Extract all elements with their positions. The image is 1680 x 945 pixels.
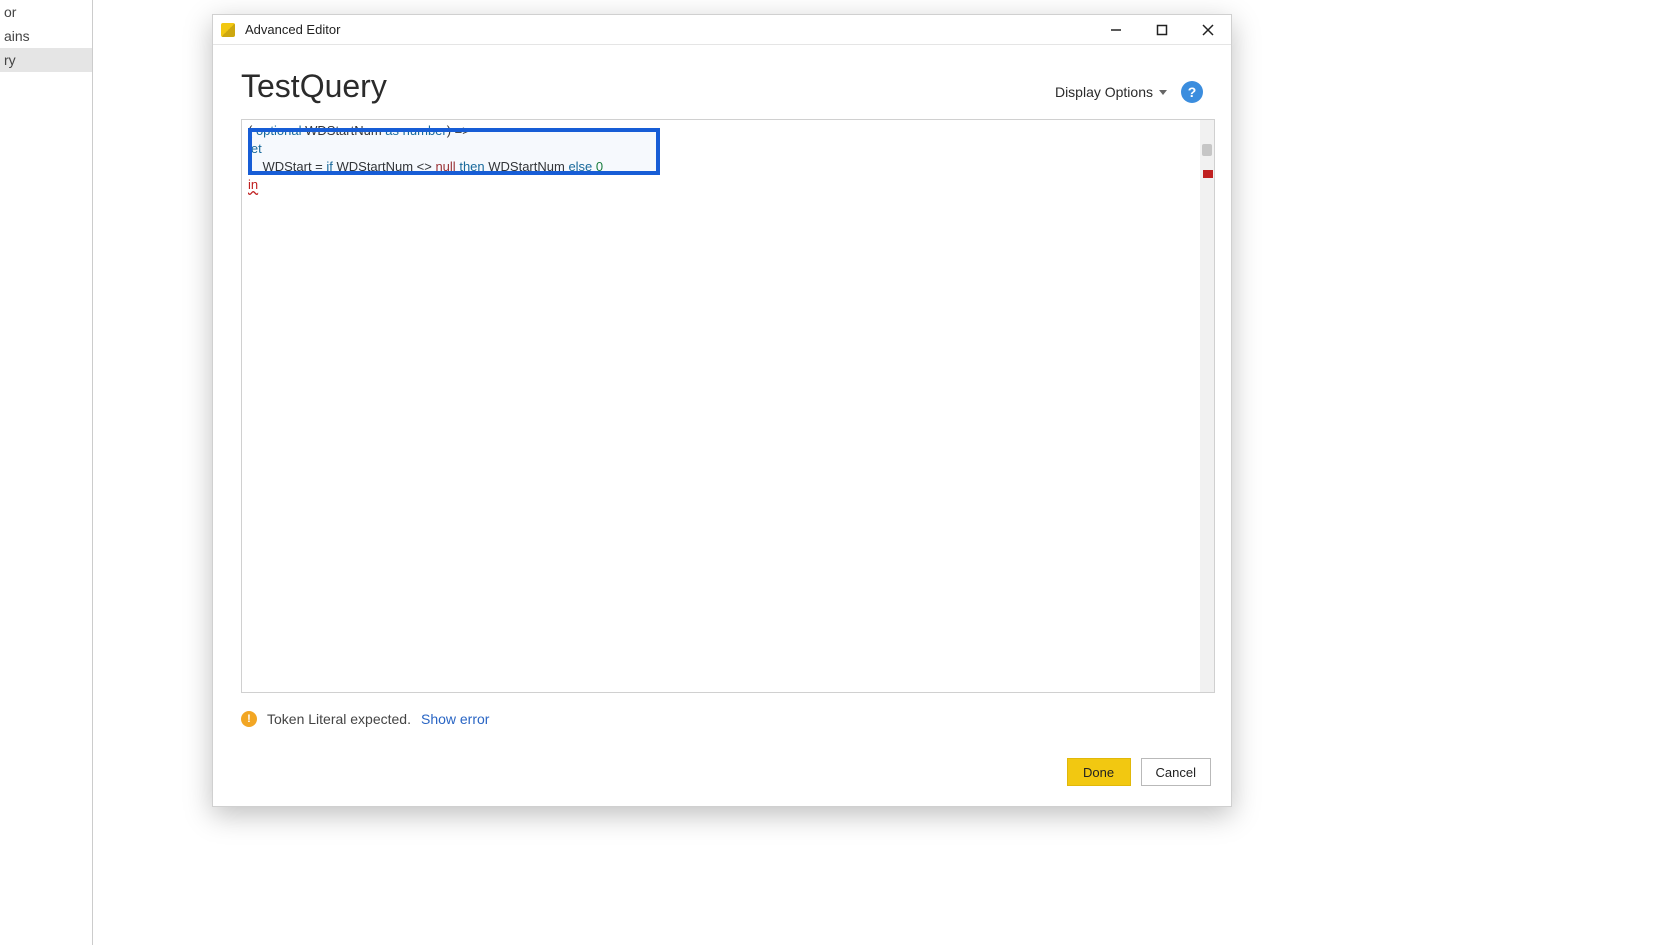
error-message: Token Literal expected. — [267, 711, 411, 727]
advanced-editor-dialog: Advanced Editor TestQuery Display Option… — [212, 14, 1232, 807]
list-item[interactable]: ry — [0, 48, 92, 72]
done-button[interactable]: Done — [1067, 758, 1131, 786]
help-icon[interactable]: ? — [1181, 81, 1203, 103]
code-editor[interactable]: ( optional WDStartNum as number) => let … — [241, 119, 1215, 693]
vertical-scrollbar[interactable] — [1200, 120, 1214, 692]
dialog-title: Advanced Editor — [245, 22, 340, 37]
chevron-down-icon — [1159, 90, 1167, 95]
display-options-label: Display Options — [1055, 84, 1153, 100]
list-item[interactable]: or — [0, 0, 92, 24]
minimize-button[interactable] — [1093, 15, 1139, 45]
error-marker — [1203, 170, 1213, 178]
dialog-footer: Done Cancel — [1067, 758, 1211, 786]
header-row: TestQuery Display Options ? — [213, 45, 1231, 105]
vertical-divider — [92, 0, 93, 945]
titlebar: Advanced Editor — [213, 15, 1231, 45]
background-left-panel: or ains ry — [0, 0, 92, 945]
warning-icon: ! — [241, 711, 257, 727]
maximize-button[interactable] — [1139, 15, 1185, 45]
query-name: TestQuery — [241, 68, 387, 105]
list-item[interactable]: ains — [0, 24, 92, 48]
close-button[interactable] — [1185, 15, 1231, 45]
error-row: ! Token Literal expected. Show error — [241, 711, 1215, 727]
cancel-button[interactable]: Cancel — [1141, 758, 1211, 786]
query-list: or ains ry — [0, 0, 92, 72]
code-content: ( optional WDStartNum as number) => let … — [242, 120, 1214, 196]
scrollbar-thumb[interactable] — [1202, 144, 1212, 156]
show-error-link[interactable]: Show error — [421, 711, 489, 727]
app-icon — [219, 21, 237, 39]
display-options-dropdown[interactable]: Display Options — [1055, 84, 1167, 100]
